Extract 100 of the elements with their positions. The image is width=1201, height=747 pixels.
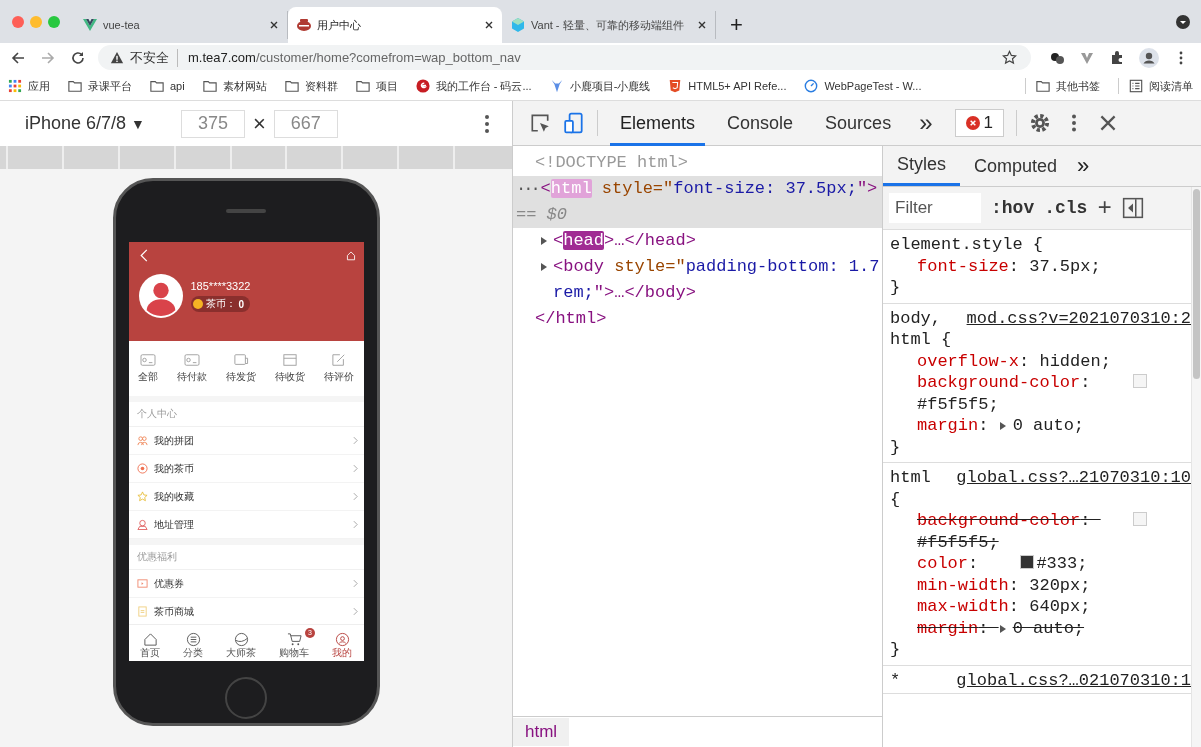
settings-icon[interactable]	[1028, 112, 1051, 134]
back-icon[interactable]	[10, 49, 26, 66]
reading-list[interactable]: 阅读清单	[1129, 78, 1193, 94]
source-link[interactable]: global.css?…021070310:1	[956, 669, 1191, 691]
devtools-tab[interactable]: Console	[717, 100, 804, 146]
more-tabs-button[interactable]: »	[1071, 146, 1090, 186]
list-circle-icon	[185, 632, 201, 647]
menu-row[interactable]: 我的茶币	[128, 455, 364, 483]
chevron-right-icon	[352, 492, 358, 501]
inspect-element-icon[interactable]	[529, 112, 551, 134]
source-link[interactable]: mod.css?v=2021070310:2	[966, 307, 1191, 351]
bookmark[interactable]: 资料群	[284, 78, 338, 94]
box-icon	[282, 353, 298, 367]
dom-node[interactable]: <body style="padding-bottom: 1.7rem;">…</body>	[549, 254, 882, 306]
order-status-button[interactable]: 待发货	[226, 353, 256, 384]
avatar-icon	[138, 274, 183, 318]
bookmark[interactable]: 其他书签	[1036, 78, 1100, 94]
device-toggle-icon[interactable]	[563, 112, 585, 134]
reload-icon[interactable]	[70, 49, 86, 66]
device-dropdown[interactable]: iPhone 6/7/8 ▼	[25, 113, 145, 134]
closing-brace: }	[890, 639, 902, 661]
class-toggle-button[interactable]: .cls	[1044, 198, 1088, 218]
address-bar[interactable]: 不安全 m.tea7.com/customer/home?comefrom=wap_bottom_nav	[98, 45, 1031, 70]
close-icon[interactable]	[269, 20, 279, 30]
bookmark[interactable]: api	[150, 79, 185, 93]
nav-tab[interactable]: 大师茶	[220, 628, 262, 658]
breadcrumb-item[interactable]: html	[513, 718, 570, 746]
folder-icon	[355, 79, 370, 93]
devtools-tab[interactable]: Sources	[815, 100, 902, 146]
bookmark[interactable]: 小鹿项目-小鹿线	[549, 78, 651, 94]
home-icon[interactable]	[345, 249, 356, 262]
bookmark[interactable]: 应用	[8, 78, 50, 94]
chevron-right-icon	[352, 520, 358, 529]
nav-tab[interactable]: 首页	[134, 628, 166, 658]
order-status-button[interactable]: 待评价	[324, 353, 354, 384]
back-icon[interactable]	[138, 249, 149, 262]
source-link[interactable]: global.css?…21070310:10	[956, 467, 1191, 510]
card-icon	[184, 353, 200, 367]
new-tab-button[interactable]: +	[730, 13, 743, 37]
css-selector: html {	[890, 467, 932, 510]
sidebar-toggle-icon[interactable]	[1121, 197, 1144, 219]
nav-tab[interactable]: 分类	[177, 628, 209, 658]
tab-search-icon[interactable]	[1175, 13, 1191, 30]
browser-tab[interactable]: 用户中心	[288, 7, 502, 43]
profile-icon[interactable]	[1139, 47, 1159, 68]
chevron-right-icon	[352, 436, 358, 445]
bookmark[interactable]: 素材网站	[202, 78, 267, 94]
devtools-tab[interactable]: Elements	[610, 100, 706, 146]
height-field[interactable]: 667	[273, 109, 338, 138]
menu-row[interactable]: 我的收藏	[128, 483, 364, 511]
menu-row[interactable]: 地址管理	[128, 511, 364, 539]
close-icon[interactable]	[484, 20, 494, 30]
styles-tab[interactable]: Computed	[960, 146, 1072, 186]
css-declaration: margin: 0 auto;	[917, 415, 1085, 437]
dom-node[interactable]: <head>…</head>	[549, 228, 696, 254]
bookmark[interactable]: 项目	[355, 78, 398, 94]
order-status-button[interactable]: 待收货	[275, 353, 305, 384]
width-field[interactable]: 375	[180, 109, 245, 138]
v-logo-icon	[82, 17, 98, 33]
css-declaration: margin: 0 auto;	[917, 617, 1085, 639]
expand-triangle-icon[interactable]	[539, 236, 549, 246]
bookmark[interactable]: 我的工作台 - 码云...	[415, 78, 532, 94]
folder-icon	[284, 79, 299, 93]
dom-node[interactable]: ··· <html style="font-size: 37.5px;"> == $0	[513, 176, 882, 228]
filter-field[interactable]: Filter	[889, 193, 981, 223]
menu-row[interactable]: 我的拼团	[128, 427, 364, 455]
coin-badge: 茶币： 0	[190, 296, 251, 312]
menu-row[interactable]: 优惠券	[128, 570, 364, 598]
bookmark-star-icon[interactable]	[1002, 50, 1017, 65]
apps-grid-icon	[8, 79, 22, 93]
expand-triangle-icon[interactable]	[998, 624, 1007, 633]
bookmark[interactable]: HTML5+ API Refe...	[668, 79, 787, 93]
times-sign: ×	[252, 110, 266, 137]
hover-state-button[interactable]: :hov	[991, 198, 1035, 218]
closing-brace: }	[890, 277, 902, 299]
coin-icon	[136, 463, 148, 474]
error-count-button[interactable]: 1	[954, 109, 1004, 137]
new-rule-button[interactable]: +	[1097, 194, 1112, 222]
chevron-right-icon	[352, 464, 358, 473]
expand-triangle-icon[interactable]	[539, 262, 549, 272]
warning-icon	[110, 50, 124, 65]
more-tabs-button[interactable]: »	[913, 109, 943, 137]
close-icon[interactable]	[697, 20, 707, 30]
expand-triangle-icon[interactable]	[998, 422, 1007, 430]
order-status-button[interactable]: 待付款	[177, 353, 207, 384]
puzzle-icon[interactable]	[1109, 49, 1125, 66]
security-label: 不安全	[130, 48, 178, 67]
list-icon	[1129, 79, 1143, 93]
folder-icon	[202, 79, 217, 93]
people-icon	[136, 435, 148, 446]
bookmark[interactable]: WebPageTest - W...	[804, 79, 922, 93]
browser-tab[interactable]: Vant - 轻量、可靠的移动端组件	[502, 11, 716, 39]
bookmark[interactable]: 录课平台	[68, 78, 132, 94]
nav-tab[interactable]: 我的	[326, 628, 358, 658]
css-selector: *	[890, 669, 902, 691]
star-icon	[136, 491, 148, 502]
more-options-icon[interactable]	[484, 113, 490, 134]
g-logo-icon	[415, 79, 430, 93]
order-status-button[interactable]: 全部	[138, 353, 158, 384]
scrollbar-thumb[interactable]	[1193, 189, 1200, 379]
